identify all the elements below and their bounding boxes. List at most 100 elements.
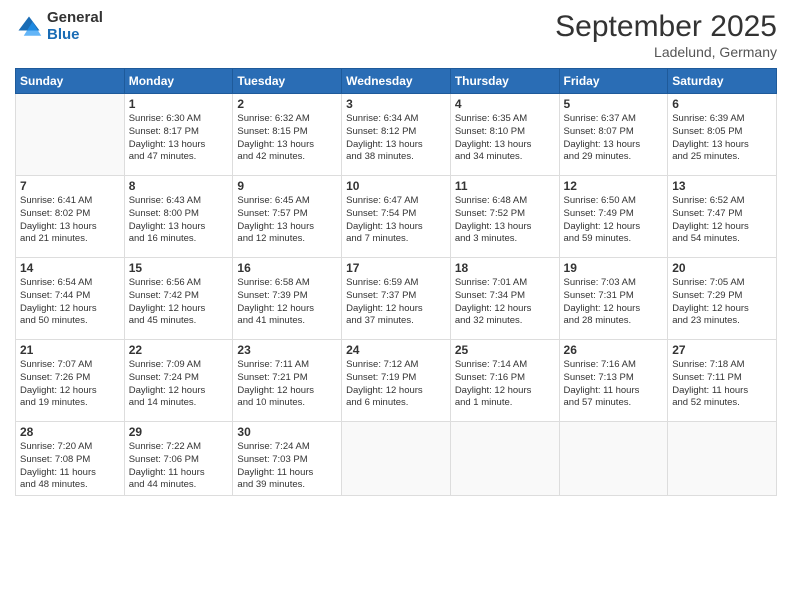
day-info: Sunrise: 6:41 AMSunset: 8:02 PMDaylight:… <box>20 195 120 246</box>
calendar-cell: 13 Sunrise: 6:52 AMSunset: 7:47 PMDayligh… <box>668 176 777 258</box>
day-number: 18 <box>455 261 555 275</box>
day-info: Sunrise: 6:35 AMSunset: 8:10 PMDaylight:… <box>455 113 555 164</box>
calendar-cell: 28 Sunrise: 7:20 AMSunset: 7:08 PMDayligh… <box>16 422 125 496</box>
calendar-cell: 21Sunrise: 7:07 AMSunset: 7:26 PMDayligh… <box>16 340 125 422</box>
day-info: Sunrise: 6:50 AMSunset: 7:49 PMDaylight:… <box>564 195 664 246</box>
day-number: 15 <box>129 261 229 275</box>
day-number: 6 <box>672 97 772 111</box>
day-number: 12 <box>564 179 664 193</box>
calendar-cell: 1Sunrise: 6:30 AMSunset: 8:17 PMDaylight… <box>124 94 233 176</box>
day-number: 22 <box>129 343 229 357</box>
calendar-cell: 30Sunrise: 7:24 AMSunset: 7:03 PMDayligh… <box>233 422 342 496</box>
day-info: Sunrise: 6:39 AMSunset: 8:05 PMDaylight:… <box>672 113 772 164</box>
day-info: Sunrise: 6:37 AMSunset: 8:07 PMDaylight:… <box>564 113 664 164</box>
weekday-header: Monday <box>124 69 233 94</box>
title-month: September 2025 <box>555 10 777 44</box>
day-info: Sunrise: 6:30 AMSunset: 8:17 PMDaylight:… <box>129 113 229 164</box>
day-number: 16 <box>237 261 337 275</box>
day-info: Sunrise: 7:20 AMSunset: 7:08 PMDaylight:… <box>20 441 120 492</box>
calendar-cell: 16 Sunrise: 6:58 AMSunset: 7:39 PMDayligh… <box>233 258 342 340</box>
day-info: Sunrise: 7:12 AMSunset: 7:19 PMDaylight:… <box>346 359 446 410</box>
day-info: Sunrise: 7:09 AMSunset: 7:24 PMDaylight:… <box>129 359 229 410</box>
day-info: Sunrise: 6:52 AMSunset: 7:47 PMDaylight:… <box>672 195 772 246</box>
day-info: Sunrise: 6:54 AMSunset: 7:44 PMDaylight:… <box>20 277 120 328</box>
calendar-week-row: 28 Sunrise: 7:20 AMSunset: 7:08 PMDayligh… <box>16 422 777 496</box>
header: General Blue September 2025 Ladelund, Ge… <box>15 10 777 60</box>
logo-blue: Blue <box>47 27 103 44</box>
calendar-cell: 6 Sunrise: 6:39 AMSunset: 8:05 PMDaylight… <box>668 94 777 176</box>
day-info: Sunrise: 7:11 AMSunset: 7:21 PMDaylight:… <box>237 359 337 410</box>
day-number: 23 <box>237 343 337 357</box>
calendar-cell <box>668 422 777 496</box>
day-number: 14 <box>20 261 120 275</box>
day-number: 7 <box>20 179 120 193</box>
day-info: Sunrise: 6:47 AMSunset: 7:54 PMDaylight:… <box>346 195 446 246</box>
day-number: 2 <box>237 97 337 111</box>
calendar-cell: 2 Sunrise: 6:32 AMSunset: 8:15 PMDaylight… <box>233 94 342 176</box>
day-info: Sunrise: 6:32 AMSunset: 8:15 PMDaylight:… <box>237 113 337 164</box>
calendar-cell: 10 Sunrise: 6:47 AMSunset: 7:54 PMDayligh… <box>342 176 451 258</box>
day-number: 5 <box>564 97 664 111</box>
title-block: September 2025 Ladelund, Germany <box>555 10 777 60</box>
day-number: 17 <box>346 261 446 275</box>
logo-general: General <box>47 10 103 27</box>
calendar-cell: 5 Sunrise: 6:37 AMSunset: 8:07 PMDaylight… <box>559 94 668 176</box>
calendar-cell: 27 Sunrise: 7:18 AMSunset: 7:11 PMDayligh… <box>668 340 777 422</box>
calendar-cell <box>342 422 451 496</box>
day-number: 24 <box>346 343 446 357</box>
day-info: Sunrise: 7:18 AMSunset: 7:11 PMDaylight:… <box>672 359 772 410</box>
logo: General Blue <box>15 10 103 43</box>
calendar-week-row: 14 Sunrise: 6:54 AMSunset: 7:44 PMDayligh… <box>16 258 777 340</box>
day-info: Sunrise: 7:01 AMSunset: 7:34 PMDaylight:… <box>455 277 555 328</box>
calendar-cell: 14 Sunrise: 6:54 AMSunset: 7:44 PMDayligh… <box>16 258 125 340</box>
day-number: 11 <box>455 179 555 193</box>
calendar-cell: 9Sunrise: 6:45 AMSunset: 7:57 PMDaylight… <box>233 176 342 258</box>
day-number: 4 <box>455 97 555 111</box>
calendar-cell: 29 Sunrise: 7:22 AMSunset: 7:06 PMDayligh… <box>124 422 233 496</box>
day-info: Sunrise: 7:14 AMSunset: 7:16 PMDaylight:… <box>455 359 555 410</box>
day-number: 28 <box>20 425 120 439</box>
calendar-cell: 8 Sunrise: 6:43 AMSunset: 8:00 PMDaylight… <box>124 176 233 258</box>
day-number: 20 <box>672 261 772 275</box>
weekday-header: Tuesday <box>233 69 342 94</box>
day-info: Sunrise: 6:48 AMSunset: 7:52 PMDaylight:… <box>455 195 555 246</box>
day-info: Sunrise: 7:22 AMSunset: 7:06 PMDaylight:… <box>129 441 229 492</box>
calendar-cell: 23 Sunrise: 7:11 AMSunset: 7:21 PMDayligh… <box>233 340 342 422</box>
calendar-cell: 22 Sunrise: 7:09 AMSunset: 7:24 PMDayligh… <box>124 340 233 422</box>
calendar-week-row: 7 Sunrise: 6:41 AMSunset: 8:02 PMDaylight… <box>16 176 777 258</box>
day-number: 29 <box>129 425 229 439</box>
calendar-cell: 11 Sunrise: 6:48 AMSunset: 7:52 PMDayligh… <box>450 176 559 258</box>
day-number: 10 <box>346 179 446 193</box>
page: General Blue September 2025 Ladelund, Ge… <box>0 0 792 612</box>
day-info: Sunrise: 6:43 AMSunset: 8:00 PMDaylight:… <box>129 195 229 246</box>
day-number: 26 <box>564 343 664 357</box>
calendar-week-row: 21Sunrise: 7:07 AMSunset: 7:26 PMDayligh… <box>16 340 777 422</box>
calendar-cell <box>559 422 668 496</box>
weekday-header: Saturday <box>668 69 777 94</box>
day-info: Sunrise: 6:59 AMSunset: 7:37 PMDaylight:… <box>346 277 446 328</box>
title-location: Ladelund, Germany <box>555 44 777 60</box>
day-number: 9 <box>237 179 337 193</box>
calendar-cell: 15 Sunrise: 6:56 AMSunset: 7:42 PMDayligh… <box>124 258 233 340</box>
calendar-header-row: SundayMondayTuesdayWednesdayThursdayFrid… <box>16 69 777 94</box>
day-info: Sunrise: 6:58 AMSunset: 7:39 PMDaylight:… <box>237 277 337 328</box>
day-number: 19 <box>564 261 664 275</box>
calendar-cell: 18 Sunrise: 7:01 AMSunset: 7:34 PMDayligh… <box>450 258 559 340</box>
day-info: Sunrise: 7:03 AMSunset: 7:31 PMDaylight:… <box>564 277 664 328</box>
calendar-cell: 3Sunrise: 6:34 AMSunset: 8:12 PMDaylight… <box>342 94 451 176</box>
day-number: 8 <box>129 179 229 193</box>
calendar-cell <box>450 422 559 496</box>
day-number: 25 <box>455 343 555 357</box>
weekday-header: Friday <box>559 69 668 94</box>
calendar-cell: 7 Sunrise: 6:41 AMSunset: 8:02 PMDaylight… <box>16 176 125 258</box>
calendar-table: SundayMondayTuesdayWednesdayThursdayFrid… <box>15 68 777 496</box>
calendar-cell: 24 Sunrise: 7:12 AMSunset: 7:19 PMDayligh… <box>342 340 451 422</box>
day-info: Sunrise: 7:16 AMSunset: 7:13 PMDaylight:… <box>564 359 664 410</box>
day-number: 27 <box>672 343 772 357</box>
weekday-header: Thursday <box>450 69 559 94</box>
day-info: Sunrise: 7:24 AMSunset: 7:03 PMDaylight:… <box>237 441 337 492</box>
day-number: 3 <box>346 97 446 111</box>
weekday-header: Sunday <box>16 69 125 94</box>
day-info: Sunrise: 6:56 AMSunset: 7:42 PMDaylight:… <box>129 277 229 328</box>
day-number: 13 <box>672 179 772 193</box>
